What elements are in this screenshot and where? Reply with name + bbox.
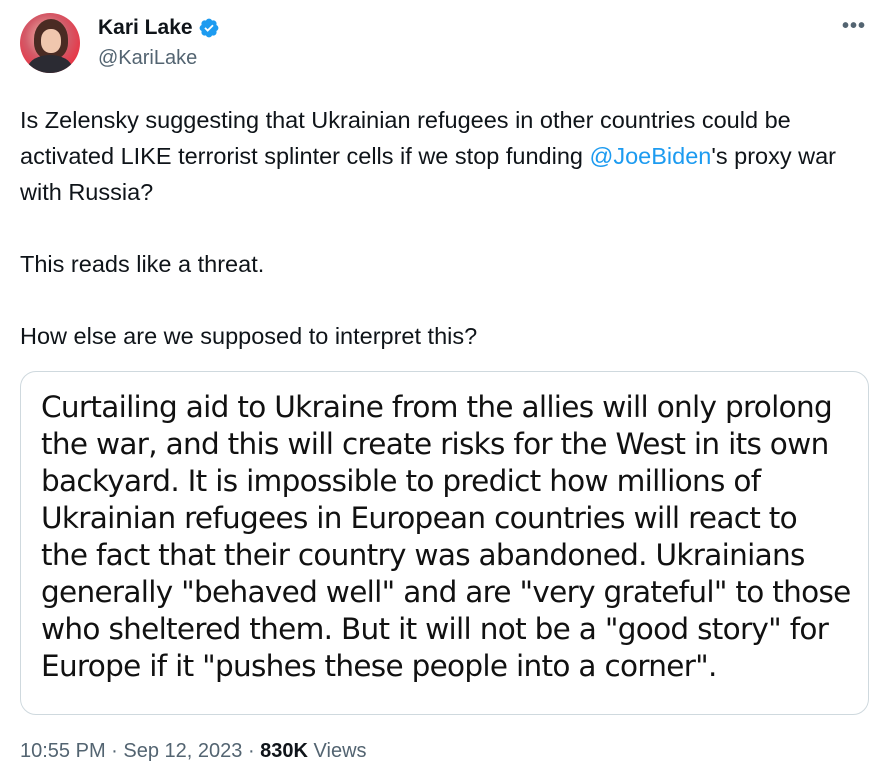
tweet-text: Is Zelensky suggesting that Ukrainian re… bbox=[20, 102, 870, 354]
attached-image-text: Curtailing aid to Ukraine from the allie… bbox=[41, 390, 851, 683]
author-display-name[interactable]: Kari Lake bbox=[98, 15, 193, 40]
author-avatar[interactable] bbox=[20, 13, 80, 73]
display-name-row: Kari Lake bbox=[98, 15, 220, 40]
more-horizontal-icon[interactable]: ••• bbox=[842, 16, 866, 36]
tweet-metadata: 10:55 PM · Sep 12, 2023 · 830K Views bbox=[20, 740, 367, 763]
tweet-paragraph-2: This reads like a threat. bbox=[20, 251, 265, 277]
attached-image[interactable]: Curtailing aid to Ukraine from the allie… bbox=[20, 371, 869, 715]
tweet-paragraph-3: How else are we supposed to interpret th… bbox=[20, 323, 478, 349]
author-names: Kari Lake @KariLake bbox=[98, 13, 220, 70]
verified-badge-icon bbox=[199, 18, 218, 37]
views-count: 830K bbox=[260, 740, 308, 762]
meta-separator: · bbox=[105, 740, 124, 762]
avatar-face bbox=[41, 29, 61, 53]
tweet-date[interactable]: Sep 12, 2023 bbox=[123, 740, 242, 762]
tweet-header: Kari Lake @KariLake ••• bbox=[20, 13, 868, 75]
tweet: Kari Lake @KariLake ••• Is Zelensky sugg… bbox=[0, 0, 888, 777]
views-label: Views bbox=[307, 740, 367, 762]
author-handle[interactable]: @KariLake bbox=[98, 46, 220, 70]
tweet-paragraph-1: Is Zelensky suggesting that Ukrainian re… bbox=[20, 102, 870, 210]
mention-link[interactable]: @JoeBiden bbox=[590, 143, 712, 169]
meta-separator: · bbox=[242, 740, 261, 762]
avatar-shoulder bbox=[28, 55, 72, 73]
tweet-time[interactable]: 10:55 PM bbox=[20, 740, 106, 762]
